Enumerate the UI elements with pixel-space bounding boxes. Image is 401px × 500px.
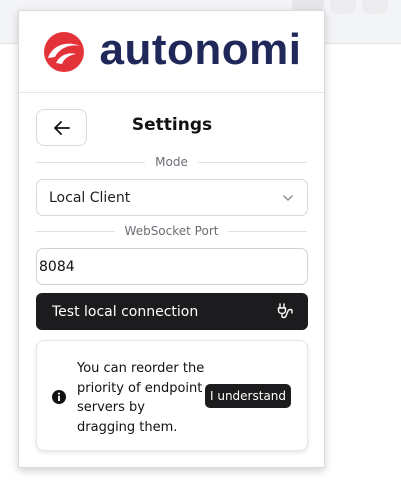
mode-select[interactable]: Local Client bbox=[36, 179, 308, 216]
test-connection-button[interactable]: Test local connection bbox=[36, 293, 308, 330]
websocket-port-input[interactable] bbox=[36, 248, 308, 285]
plug-icon bbox=[277, 303, 293, 319]
chevron-down-icon bbox=[283, 195, 293, 201]
notice-message: You can reorder the priority of endpoint… bbox=[77, 361, 205, 435]
mode-divider: Mode bbox=[36, 155, 308, 169]
mode-label: Mode bbox=[155, 155, 188, 169]
info-icon bbox=[52, 390, 66, 404]
divider-line bbox=[228, 230, 307, 232]
arrow-left-icon bbox=[53, 120, 70, 135]
divider-line bbox=[197, 161, 308, 163]
websocket-divider: WebSocket Port bbox=[36, 224, 307, 238]
websocket-label: WebSocket Port bbox=[124, 224, 219, 238]
page-title: Settings bbox=[131, 115, 213, 135]
browser-menu-button-2[interactable] bbox=[362, 0, 388, 14]
reorder-notice: You can reorder the priority of endpoint… bbox=[36, 340, 308, 451]
logo-header: autonomi bbox=[19, 11, 324, 93]
i-understand-button[interactable]: I understand bbox=[205, 384, 291, 408]
autonomi-logo-icon bbox=[42, 30, 86, 74]
extension-popup: autonomi Settings Mode Local Client WebS… bbox=[18, 10, 325, 468]
brand-name: autonomi bbox=[99, 24, 302, 74]
test-connection-label: Test local connection bbox=[52, 303, 199, 320]
divider-line bbox=[36, 161, 146, 163]
mode-selected-value: Local Client bbox=[49, 189, 131, 206]
browser-menu-button[interactable] bbox=[330, 0, 356, 14]
back-button[interactable] bbox=[36, 109, 87, 146]
divider-line bbox=[36, 230, 115, 232]
